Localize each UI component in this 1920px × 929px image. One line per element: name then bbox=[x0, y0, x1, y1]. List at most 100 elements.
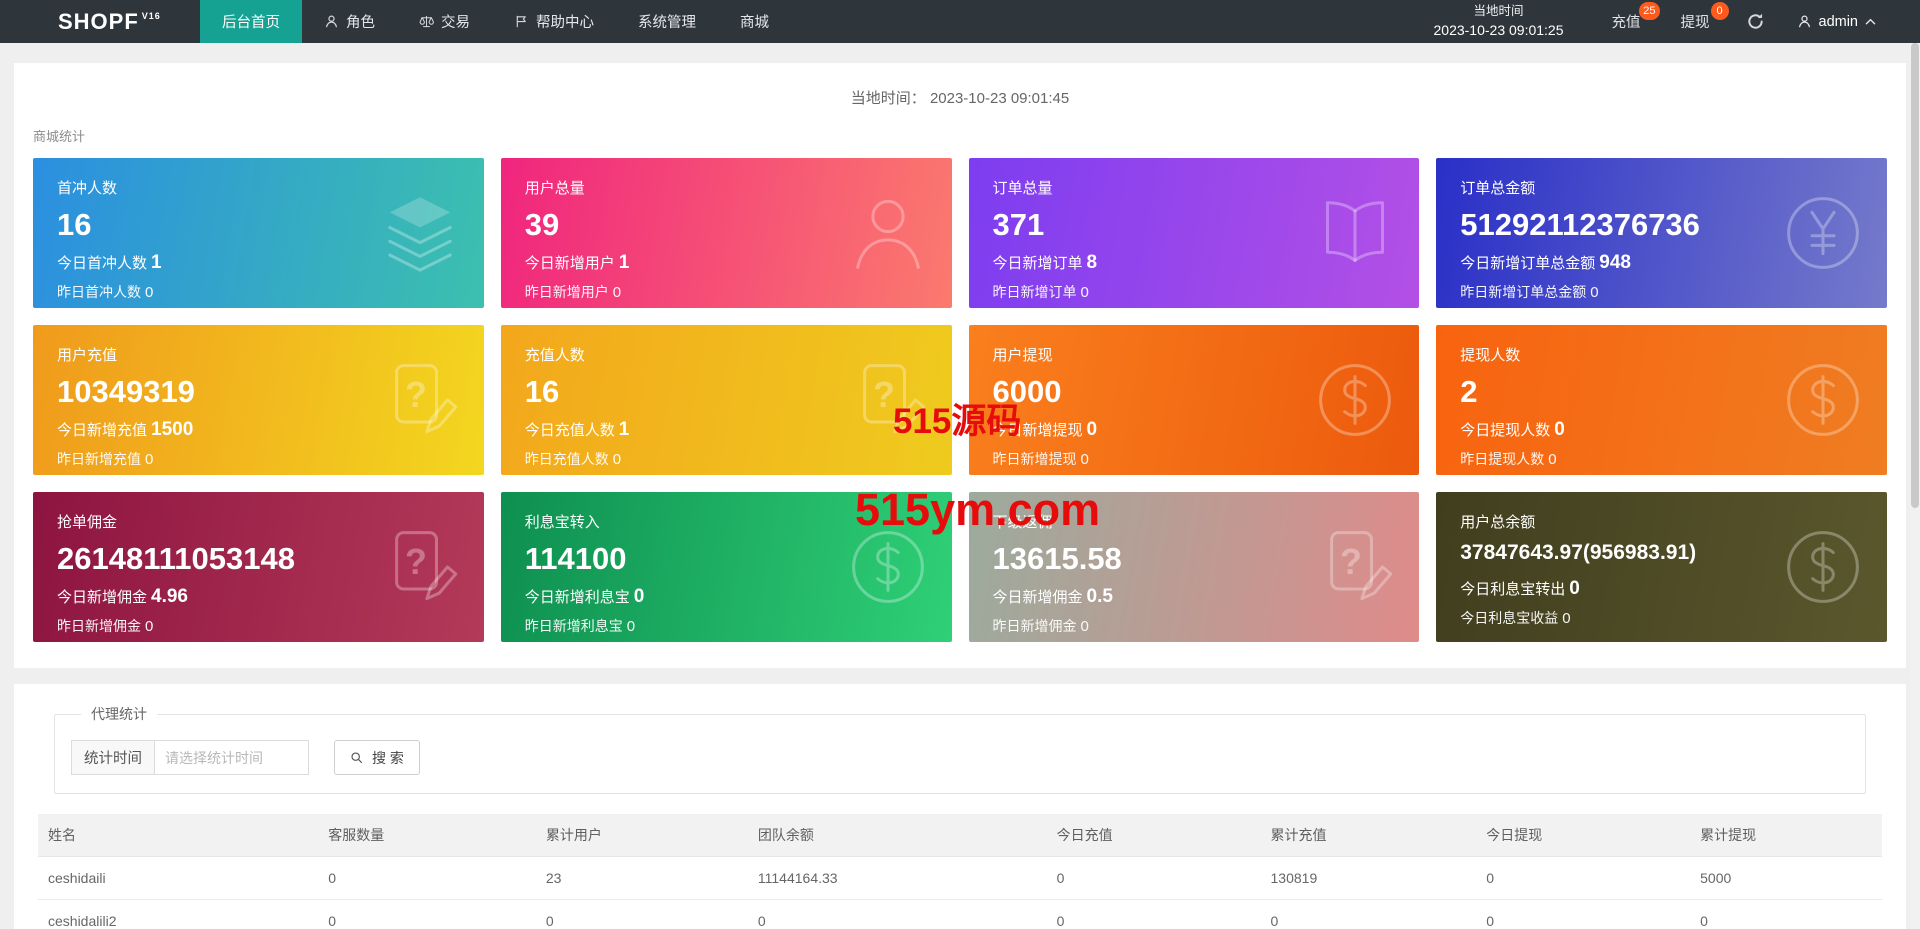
card-today-label: 今日提现人数 bbox=[1460, 422, 1551, 439]
card-today-value: 0.5 bbox=[1086, 586, 1113, 607]
recharge-nav-button[interactable]: 充值 25 bbox=[1592, 0, 1661, 43]
table-cell: 0 bbox=[318, 856, 536, 900]
refresh-button[interactable] bbox=[1730, 0, 1781, 43]
stat-time-input[interactable] bbox=[154, 740, 309, 775]
stat-card-5[interactable]: 充值人数 16 今日充值人数 1 昨日充值人数 0 ? bbox=[500, 325, 952, 475]
card-yesterday-value: 0 bbox=[612, 284, 622, 301]
withdraw-badge: 0 bbox=[1710, 2, 1729, 20]
search-button[interactable]: 搜 索 bbox=[334, 740, 420, 775]
agent-panel: 代理统计 统计时间 搜 索 姓名客服数量累计用户团队余额今日充值累计充值今日提现… bbox=[14, 684, 1906, 929]
stats-panel: 当地时间： 2023-10-23 09:01:45 商城统计 首冲人数 16 今… bbox=[14, 63, 1906, 668]
user-icon bbox=[844, 189, 932, 277]
table-header-row: 姓名 客服数量 累计用户 团队余额 今日充值 累计充值 今日提现 累计提现 bbox=[38, 814, 1882, 857]
stat-card-9[interactable]: 利息宝转入 114100 今日新增利息宝 0 昨日新增利息宝 0 bbox=[500, 492, 952, 642]
card-today-label: 今日新增佣金 bbox=[57, 589, 148, 606]
nav-item-0[interactable]: 后台首页 bbox=[200, 0, 302, 43]
card-today-value: 0 bbox=[1569, 578, 1580, 599]
card-today-label: 今日新增订单总金额 bbox=[1460, 255, 1596, 272]
withdraw-label: 提现 bbox=[1680, 15, 1710, 31]
recharge-badge: 25 bbox=[1639, 2, 1660, 20]
table-cell: 0 bbox=[1046, 899, 1261, 929]
agent-legend: 代理统计 bbox=[91, 706, 147, 722]
card-today-label: 今日利息宝转出 bbox=[1460, 581, 1566, 598]
card-today-value: 948 bbox=[1599, 252, 1631, 273]
recharge-label: 充值 bbox=[1611, 15, 1641, 31]
svg-text:?: ? bbox=[405, 542, 427, 582]
column-header-6: 今日提现 bbox=[1476, 814, 1691, 857]
card-today-value: 1 bbox=[151, 252, 162, 273]
admin-menu[interactable]: admin bbox=[1781, 0, 1920, 43]
app-logo[interactable]: SHOPF V16 bbox=[0, 0, 200, 43]
stat-card-8[interactable]: 抢单佣金 26148111053148 今日新增佣金 4.96 昨日新增佣金 0 ? bbox=[33, 492, 484, 642]
card-yesterday-label: 昨日提现人数 bbox=[1460, 451, 1545, 467]
card-today-label: 今日新增利息宝 bbox=[524, 589, 630, 606]
stat-card-6[interactable]: 用户提现 6000 今日新增提现 0 昨日新增提现 0 bbox=[968, 325, 1420, 475]
app-logo-text: SHOPF bbox=[58, 8, 139, 34]
chevron-up-icon bbox=[1865, 17, 1876, 26]
stat-card-1[interactable]: 用户总量 39 今日新增用户 1 昨日新增用户 0 bbox=[500, 158, 952, 308]
stat-card-7[interactable]: 提现人数 2 今日提现人数 0 昨日提现人数 0 bbox=[1436, 325, 1887, 475]
column-header-1: 客服数量 bbox=[318, 814, 536, 857]
card-yesterday-line: 昨日新增佣金 0 bbox=[993, 616, 1396, 636]
stat-card-0[interactable]: 首冲人数 16 今日首冲人数 1 昨日首冲人数 0 bbox=[33, 158, 484, 308]
stat-card-11[interactable]: 用户总余额 37847643.97(956983.91) 今日利息宝转出 0 今日… bbox=[1436, 492, 1887, 642]
refresh-icon bbox=[1746, 12, 1765, 31]
table-cell: 5000 bbox=[1690, 856, 1882, 900]
card-today-label: 今日新增用户 bbox=[524, 255, 615, 272]
stat-card-2[interactable]: 订单总量 371 今日新增订单 8 昨日新增订单 0 bbox=[968, 158, 1420, 308]
flag-icon bbox=[514, 14, 529, 29]
nav-item-2[interactable]: 交易 bbox=[397, 0, 492, 43]
local-time-value: 2023-10-23 09:01:25 bbox=[1433, 22, 1564, 39]
card-yesterday-label: 昨日新增订单总金额 bbox=[1460, 284, 1587, 300]
page-scrollbar[interactable] bbox=[1910, 43, 1920, 929]
layers-icon bbox=[376, 189, 464, 277]
agent-table: 姓名 客服数量 累计用户 团队余额 今日充值 累计充值 今日提现 累计提现 ceshidail… bbox=[38, 814, 1882, 929]
card-yesterday-label: 昨日首冲人数 bbox=[57, 284, 141, 300]
card-today-label: 今日首冲人数 bbox=[57, 255, 148, 272]
user-icon bbox=[1797, 14, 1812, 29]
card-yesterday-value: 0 bbox=[1562, 610, 1571, 627]
scales-icon bbox=[419, 14, 434, 29]
doc-question-pen-icon: ? bbox=[376, 356, 464, 444]
nav-item-1[interactable]: 角色 bbox=[302, 0, 397, 43]
app-logo-version: V16 bbox=[141, 10, 161, 21]
card-yesterday-label: 昨日新增利息宝 bbox=[524, 618, 623, 634]
card-today-label: 今日新增提现 bbox=[992, 422, 1083, 439]
card-yesterday-value: 0 bbox=[145, 284, 154, 301]
stat-card-4[interactable]: 用户充值 10349319 今日新增充值 1500 昨日新增充值 0 ? bbox=[33, 325, 484, 475]
stat-cards-grid: 首冲人数 16 今日首冲人数 1 昨日首冲人数 0 用户总量 39 今日新增用户 1 … bbox=[33, 158, 1887, 642]
card-today-value: 8 bbox=[1086, 252, 1098, 273]
nav-item-3[interactable]: 帮助中心 bbox=[492, 0, 616, 43]
table-cell: 0 bbox=[1476, 856, 1691, 900]
panel-local-time: 当地时间： 2023-10-23 09:01:45 bbox=[33, 75, 1887, 124]
card-today-value: 0 bbox=[633, 586, 645, 607]
card-today-label: 今日充值人数 bbox=[524, 422, 615, 439]
card-yesterday-line: 昨日新增用户 0 bbox=[525, 282, 928, 302]
admin-username: admin bbox=[1818, 13, 1859, 30]
stat-card-3[interactable]: 订单总金额 51292112376736 今日新增订单总金额 948 昨日新增订单… bbox=[1436, 158, 1887, 308]
table-cell: 0 bbox=[318, 899, 536, 929]
card-yesterday-line: 昨日新增提现 0 bbox=[993, 449, 1396, 469]
column-header-3: 团队余额 bbox=[747, 814, 1047, 857]
agent-filter-row: 统计时间 搜 索 bbox=[71, 740, 1849, 775]
nav-item-4[interactable]: 系统管理 bbox=[616, 0, 718, 43]
scrollbar-thumb[interactable] bbox=[1911, 43, 1919, 508]
card-yesterday-value: 0 bbox=[1590, 284, 1599, 301]
table-cell: 0 bbox=[1476, 899, 1691, 929]
column-header-4: 今日充值 bbox=[1046, 814, 1261, 857]
stat-time-label: 统计时间 bbox=[71, 740, 155, 775]
svg-text:?: ? bbox=[872, 375, 894, 415]
nav-item-5[interactable]: 商城 bbox=[718, 0, 791, 43]
stat-card-10[interactable]: 下级返佣 13615.58 今日新增佣金 0.5 昨日新增佣金 0 ? bbox=[968, 492, 1420, 642]
card-yesterday-value: 0 bbox=[1080, 284, 1089, 301]
svg-text:?: ? bbox=[405, 375, 427, 415]
withdraw-nav-button[interactable]: 提现 0 bbox=[1661, 0, 1730, 43]
table-cell: 11144164.33 bbox=[747, 856, 1047, 900]
card-today-value: 0 bbox=[1554, 419, 1565, 440]
table-cell: ceshidaili bbox=[38, 856, 319, 900]
dollar-circle-icon bbox=[1311, 356, 1399, 444]
card-today-value: 1500 bbox=[151, 419, 194, 440]
card-yesterday-line: 昨日提现人数 0 bbox=[1460, 449, 1863, 469]
search-button-label: 搜 索 bbox=[372, 749, 404, 766]
column-header-7: 累计提现 bbox=[1690, 814, 1882, 857]
